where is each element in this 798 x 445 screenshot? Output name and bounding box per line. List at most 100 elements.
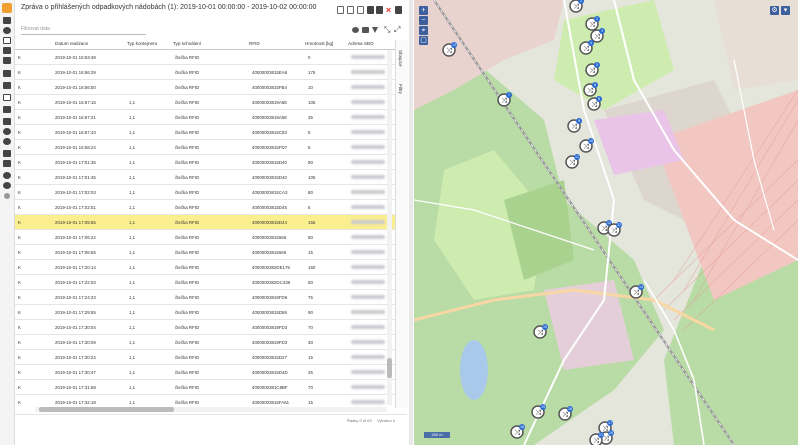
waste-bin-marker[interactable]: ⤨10 xyxy=(579,138,594,153)
cell-approval-type: čtečka RFID xyxy=(175,130,200,135)
vertical-scroll-thumb[interactable] xyxy=(387,358,392,378)
cell-weight: 5 xyxy=(308,205,311,210)
waste-bin-marker[interactable]: ⤨21 xyxy=(589,432,604,445)
waste-bin-marker[interactable]: ⤨7 xyxy=(497,92,512,107)
document-icon[interactable] xyxy=(3,37,11,44)
waste-bin-marker[interactable]: ⤨15 xyxy=(533,324,548,339)
table-row[interactable]: K 2019-10-01 16:53:48 čtečka RFID 0 xyxy=(15,50,395,65)
help-icon[interactable] xyxy=(4,193,10,199)
split-divider[interactable] xyxy=(409,0,413,445)
table-row[interactable]: K 2019-10-01 17:02:03 1,1 čtečka RFID 400000… xyxy=(15,185,395,200)
waste-bin-marker[interactable]: ⤨6 xyxy=(583,82,598,97)
fullscreen-icon[interactable] xyxy=(376,6,383,14)
table-row[interactable]: K 2019-10-01 16:57:21 1,1 čtečka RFID 400000… xyxy=(15,110,395,125)
tab-filters[interactable]: Filtry xyxy=(398,84,403,94)
menu-icon[interactable] xyxy=(3,17,11,24)
export-csv-icon[interactable] xyxy=(347,6,354,14)
waste-bin-marker[interactable]: ⤨13 xyxy=(442,42,457,57)
waste-bin-marker[interactable]: ⤨18 xyxy=(510,424,525,439)
table-row[interactable]: K 2019-10-01 16:56:29 čtečka RFID 400000038… xyxy=(15,65,395,80)
filter-input[interactable] xyxy=(21,24,146,35)
zoom-out-button[interactable]: − xyxy=(419,16,428,25)
table-row[interactable]: K 2019-10-01 17:30:47 1,1 čtečka RFID 400000… xyxy=(15,365,395,380)
table-row[interactable]: K 2019-10-01 17:30:09 1,1 čtečka RFID 400000… xyxy=(15,335,395,350)
list-icon[interactable] xyxy=(3,94,11,101)
export-xls-icon[interactable] xyxy=(357,6,364,14)
col-header-container-type[interactable]: Typ kontejneru xyxy=(127,41,157,46)
waste-bin-marker[interactable]: ⤨9 xyxy=(567,118,582,133)
horizontal-scrollbar[interactable] xyxy=(35,407,387,412)
table-icon[interactable] xyxy=(3,118,11,125)
columns-icon[interactable] xyxy=(362,27,369,33)
chat-icon[interactable] xyxy=(3,138,11,145)
table-row[interactable]: K 2019-10-01 16:57:15 1,1 čtečka RFID 400000… xyxy=(15,95,395,110)
vertical-scrollbar[interactable] xyxy=(387,50,392,405)
table-row[interactable]: K 2019-10-01 17:20:14 1,1 čtečka RFID 400000… xyxy=(15,260,395,275)
stats-icon[interactable] xyxy=(3,160,11,167)
waste-bin-marker[interactable]: ⤨8 xyxy=(587,96,602,111)
waste-bin-marker[interactable]: ⤨1 xyxy=(569,0,584,13)
waste-bin-marker[interactable]: ⤨4 xyxy=(579,40,594,55)
table-row[interactable]: K 2019-10-01 17:30:04 1,1 čtečka RFID 400000… xyxy=(15,320,395,335)
map-view[interactable]: ⤨ 1 ⤨ 2 ⤨ 3 ⤨ 4 ⤨ 5 ⤨ 6 ⤨ 7 ⤨ 8 ⤨ 9 ⤨ 10 ⤨ 11 ⤨ 12 ⤨ 13 ⤨ 14 ⤨ 15 ⤨ 16 ⤨… xyxy=(414,0,798,445)
eye-icon[interactable] xyxy=(352,27,359,33)
trash-icon[interactable] xyxy=(3,70,11,77)
maximize-icon[interactable] xyxy=(395,6,402,14)
chart-icon[interactable] xyxy=(3,82,11,89)
table-row[interactable]: K 2019-10-01 17:30:24 1,1 čtečka RFID 400000… xyxy=(15,350,395,365)
waste-bin-marker[interactable]: ⤨16 xyxy=(558,406,573,421)
app-logo-icon[interactable] xyxy=(2,3,12,13)
table-row[interactable]: K 2019-10-01 16:57:43 1,1 čtečka RFID 400000… xyxy=(15,125,395,140)
table-row[interactable]: K 2019-10-01 17:05:55 1,1 čtečka RFID 400000… xyxy=(15,215,395,230)
table-row[interactable]: K 2019-10-01 17:24:23 1,1 čtečka RFID 400000… xyxy=(15,290,395,305)
waste-bin-marker[interactable]: ⤨5 xyxy=(585,62,600,77)
collapse-icon[interactable]: ⤡ xyxy=(384,26,391,34)
zoom-in-button[interactable]: + xyxy=(419,6,428,15)
layers-icon[interactable] xyxy=(3,47,11,54)
table-row[interactable]: K 2019-10-01 17:31:59 1,1 čtečka RFID 400000… xyxy=(15,380,395,395)
calendar-icon[interactable] xyxy=(3,150,11,157)
tab-columns[interactable]: Sloupce xyxy=(398,50,403,67)
close-icon[interactable]: × xyxy=(385,6,392,15)
table-row[interactable]: K 2019-10-01 17:01:35 1,1 čtečka RFID 400000… xyxy=(15,155,395,170)
table-row[interactable]: K 2019-10-01 17:02:51 1,1 čtečka RFID 400000… xyxy=(15,200,395,215)
cell-container-type: 1,1 xyxy=(129,220,136,225)
table-row[interactable]: K 2019-10-01 17:22:03 1,1 čtečka RFID 400000… xyxy=(15,275,395,290)
table-row[interactable]: K 2019-10-01 17:06:22 1,1 čtečka RFID 400000… xyxy=(15,230,395,245)
locate-icon[interactable]: ⌖ xyxy=(419,26,428,35)
table-row[interactable]: K 2019-10-01 17:01:45 1,1 čtečka RFID 400000… xyxy=(15,170,395,185)
export-pdf-icon[interactable] xyxy=(337,6,344,14)
col-header-rfid[interactable]: RFID xyxy=(249,41,260,46)
marker-badge: 3 xyxy=(601,29,603,33)
search-icon[interactable] xyxy=(3,172,11,179)
waste-bin-marker[interactable]: ⤨2 xyxy=(585,16,600,31)
table-row[interactable]: K 2019-10-01 17:06:55 1,1 čtečka RFID 400000… xyxy=(15,245,395,260)
user-icon[interactable] xyxy=(3,182,11,189)
info-icon[interactable] xyxy=(3,27,11,34)
col-header-weight[interactable]: Hmotnost [kg] xyxy=(305,41,333,46)
filter-icon[interactable] xyxy=(372,27,378,33)
waste-bin-marker[interactable]: ⤨11 xyxy=(565,154,580,169)
marker-badge: 16 xyxy=(568,407,572,411)
marker-layer[interactable]: ⤨1⤨2⤨3⤨4⤨5⤨6⤨7⤨8⤨9⤨10⤨11⤨12⤨13⤨14⤨15⤨16⤨… xyxy=(414,0,798,445)
table-row[interactable]: K 2019-10-01 16:58:24 1,1 čtečka RFID 400000… xyxy=(15,140,395,155)
folder-icon[interactable] xyxy=(3,57,11,64)
horizontal-scroll-thumb[interactable] xyxy=(39,407,174,412)
cell-date: 2019-10-01 16:57:21 xyxy=(55,115,96,120)
star-icon[interactable] xyxy=(3,128,11,135)
fullscreen-map-icon[interactable]: ▢ xyxy=(419,36,428,45)
expand-icon[interactable]: ⤢ xyxy=(394,26,401,34)
settings-icon[interactable] xyxy=(3,106,11,113)
table-row[interactable]: K 2019-10-01 17:32:18 1,1 čtečka RFID 400000… xyxy=(15,395,395,407)
table-row[interactable]: K 2019-10-01 16:56:50 čtečka RFID 400000038… xyxy=(15,80,395,95)
table-row[interactable]: K 2019-10-01 17:29:55 1,1 čtečka RFID 400000… xyxy=(15,305,395,320)
waste-bin-marker[interactable]: ⤨14 xyxy=(629,284,644,299)
layers-button-icon[interactable]: ▾ xyxy=(781,6,790,15)
print-icon[interactable] xyxy=(367,6,374,14)
svg-text:⤨: ⤨ xyxy=(633,289,639,297)
col-header-approval-type[interactable]: Typ schválení xyxy=(173,41,201,46)
col-header-address[interactable]: Adresa SBO xyxy=(348,41,374,46)
waste-bin-marker[interactable]: ⤨19 xyxy=(531,404,546,419)
map-settings-icon[interactable]: ⚙ xyxy=(770,6,779,15)
col-header-date[interactable]: Datum realizace xyxy=(55,41,88,46)
